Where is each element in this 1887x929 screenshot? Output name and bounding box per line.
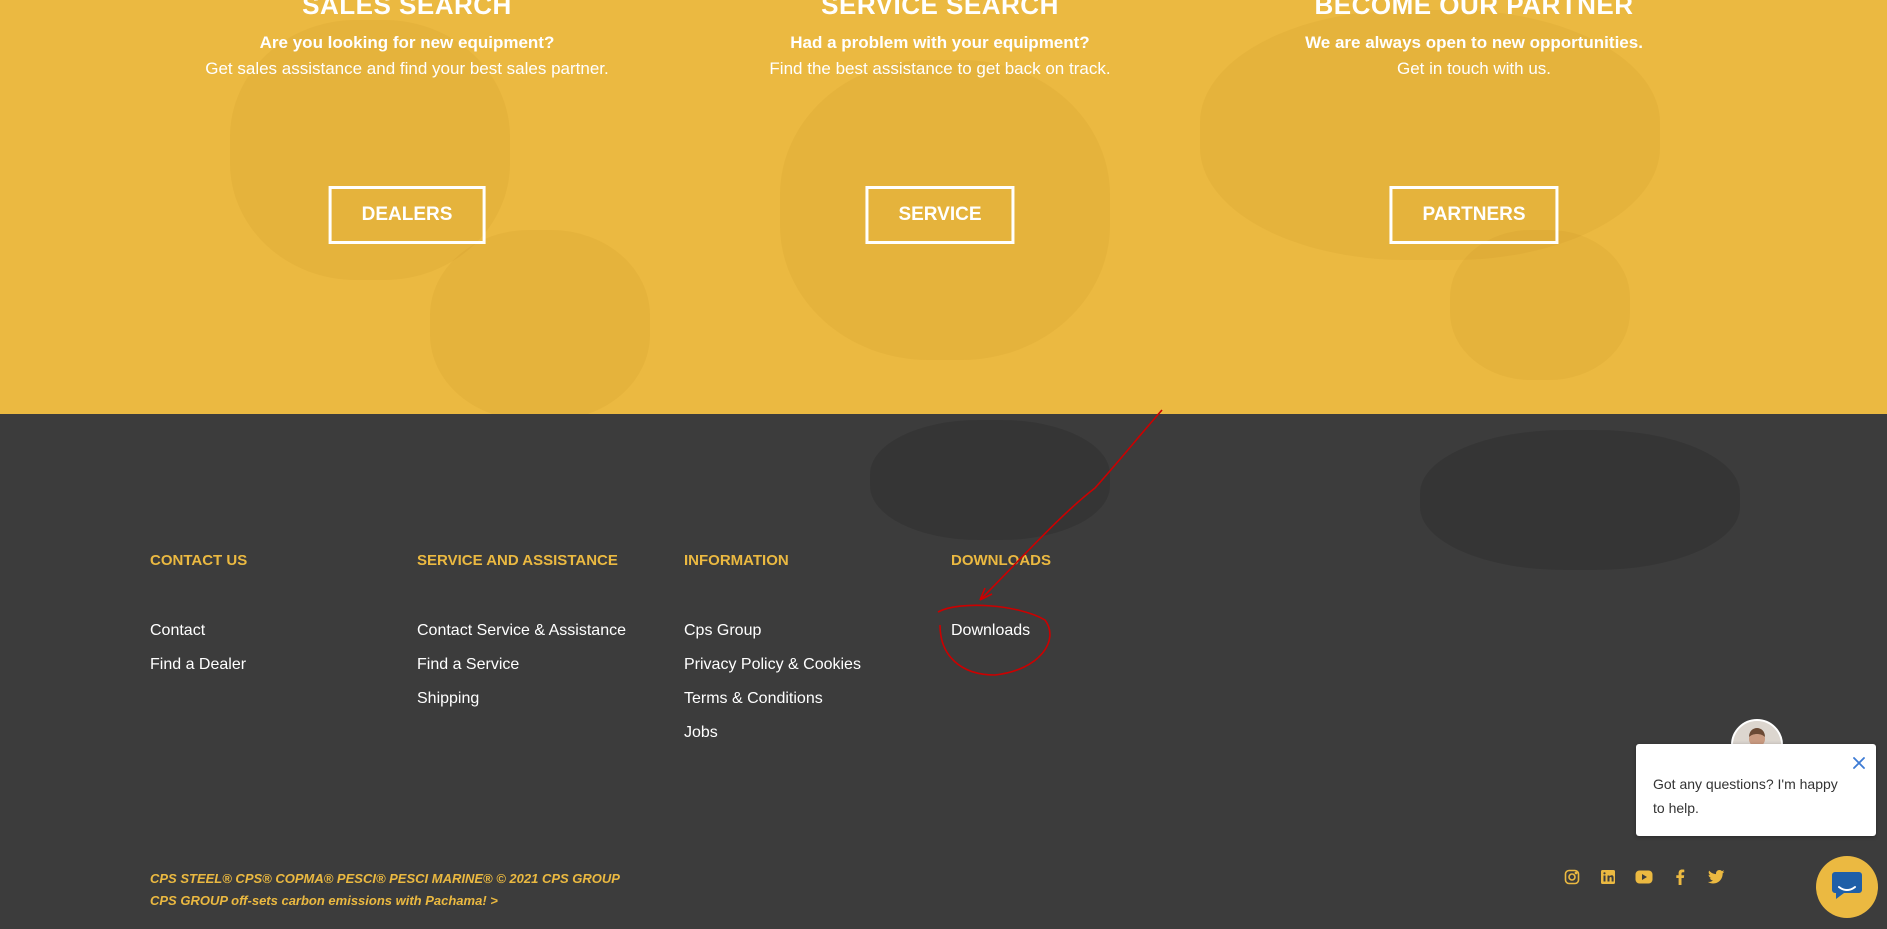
footer-service-and-assistance: SERVICE AND ASSISTANCE Contact Service &…: [417, 552, 626, 716]
pachama-link[interactable]: CPS GROUP off-sets carbon emissions with…: [150, 890, 620, 912]
instagram-icon[interactable]: [1563, 868, 1581, 886]
sales-search-column: SALES SEARCH Are you looking for new equ…: [147, 0, 667, 244]
footer-link-cps-group[interactable]: Cps Group: [684, 614, 861, 648]
footer-link-downloads[interactable]: Downloads: [951, 614, 1051, 648]
footer-link-find-a-dealer[interactable]: Find a Dealer: [150, 648, 247, 682]
service-search-title: SERVICE SEARCH: [821, 0, 1059, 20]
chat-greeting-text: Got any questions? I'm happy to help.: [1653, 776, 1838, 816]
footer-heading-downloads: DOWNLOADS: [951, 552, 1051, 569]
map-decoration: [870, 420, 1110, 540]
footer-link-jobs[interactable]: Jobs: [684, 716, 861, 750]
footer-link-contact-service[interactable]: Contact Service & Assistance: [417, 614, 626, 648]
footer-information: INFORMATION Cps Group Privacy Policy & C…: [684, 552, 861, 750]
close-icon[interactable]: [1850, 754, 1868, 772]
facebook-icon[interactable]: [1671, 868, 1689, 886]
footer-contact-us: CONTACT US Contact Find a Dealer: [150, 552, 247, 682]
footer-link-privacy-policy[interactable]: Privacy Policy & Cookies: [684, 648, 861, 682]
footer-heading-service-and-assistance: SERVICE AND ASSISTANCE: [417, 552, 618, 569]
youtube-icon[interactable]: [1635, 868, 1653, 886]
map-decoration: [430, 230, 650, 414]
footer-link-terms[interactable]: Terms & Conditions: [684, 682, 861, 716]
footer-heading-information: INFORMATION: [684, 552, 789, 569]
social-links: [1563, 868, 1725, 886]
partner-subtitle: We are always open to new opportunities.: [1305, 33, 1643, 52]
hero-section: SALES SEARCH Are you looking for new equ…: [0, 0, 1887, 414]
sales-search-title: SALES SEARCH: [302, 0, 512, 20]
map-decoration: [1450, 230, 1630, 380]
footer-link-find-a-service[interactable]: Find a Service: [417, 648, 626, 682]
chat-launcher-button[interactable]: [1816, 856, 1878, 918]
partners-button[interactable]: PARTNERS: [1389, 186, 1559, 244]
chat-greeting-popup[interactable]: Got any questions? I'm happy to help.: [1636, 744, 1876, 836]
map-decoration: [1420, 430, 1740, 570]
footer-downloads: DOWNLOADS Downloads: [951, 552, 1051, 648]
footer-heading-contact-us: CONTACT US: [150, 552, 248, 569]
partner-title: BECOME OUR PARTNER: [1314, 0, 1634, 20]
twitter-icon[interactable]: [1707, 868, 1725, 886]
sales-search-subtitle: Are you looking for new equipment?: [259, 33, 555, 52]
service-search-column: SERVICE SEARCH Had a problem with your e…: [680, 0, 1200, 244]
linkedin-icon[interactable]: [1599, 868, 1617, 886]
footer-link-contact[interactable]: Contact: [150, 614, 247, 648]
service-search-description: Find the best assistance to get back on …: [769, 59, 1111, 78]
copyright-block: CPS STEEL® CPS® COPMA® PESCI® PESCI MARI…: [150, 868, 620, 912]
sales-search-description: Get sales assistance and find your best …: [205, 59, 609, 78]
dealers-button[interactable]: DEALERS: [328, 186, 486, 244]
partner-column: BECOME OUR PARTNER We are always open to…: [1214, 0, 1734, 244]
partner-description: Get in touch with us.: [1396, 59, 1552, 78]
service-search-subtitle: Had a problem with your equipment?: [790, 33, 1090, 52]
footer-link-shipping[interactable]: Shipping: [417, 682, 626, 716]
chat-icon: [1831, 870, 1863, 905]
service-button[interactable]: SERVICE: [865, 186, 1015, 244]
copyright-text: CPS STEEL® CPS® COPMA® PESCI® PESCI MARI…: [150, 871, 620, 886]
